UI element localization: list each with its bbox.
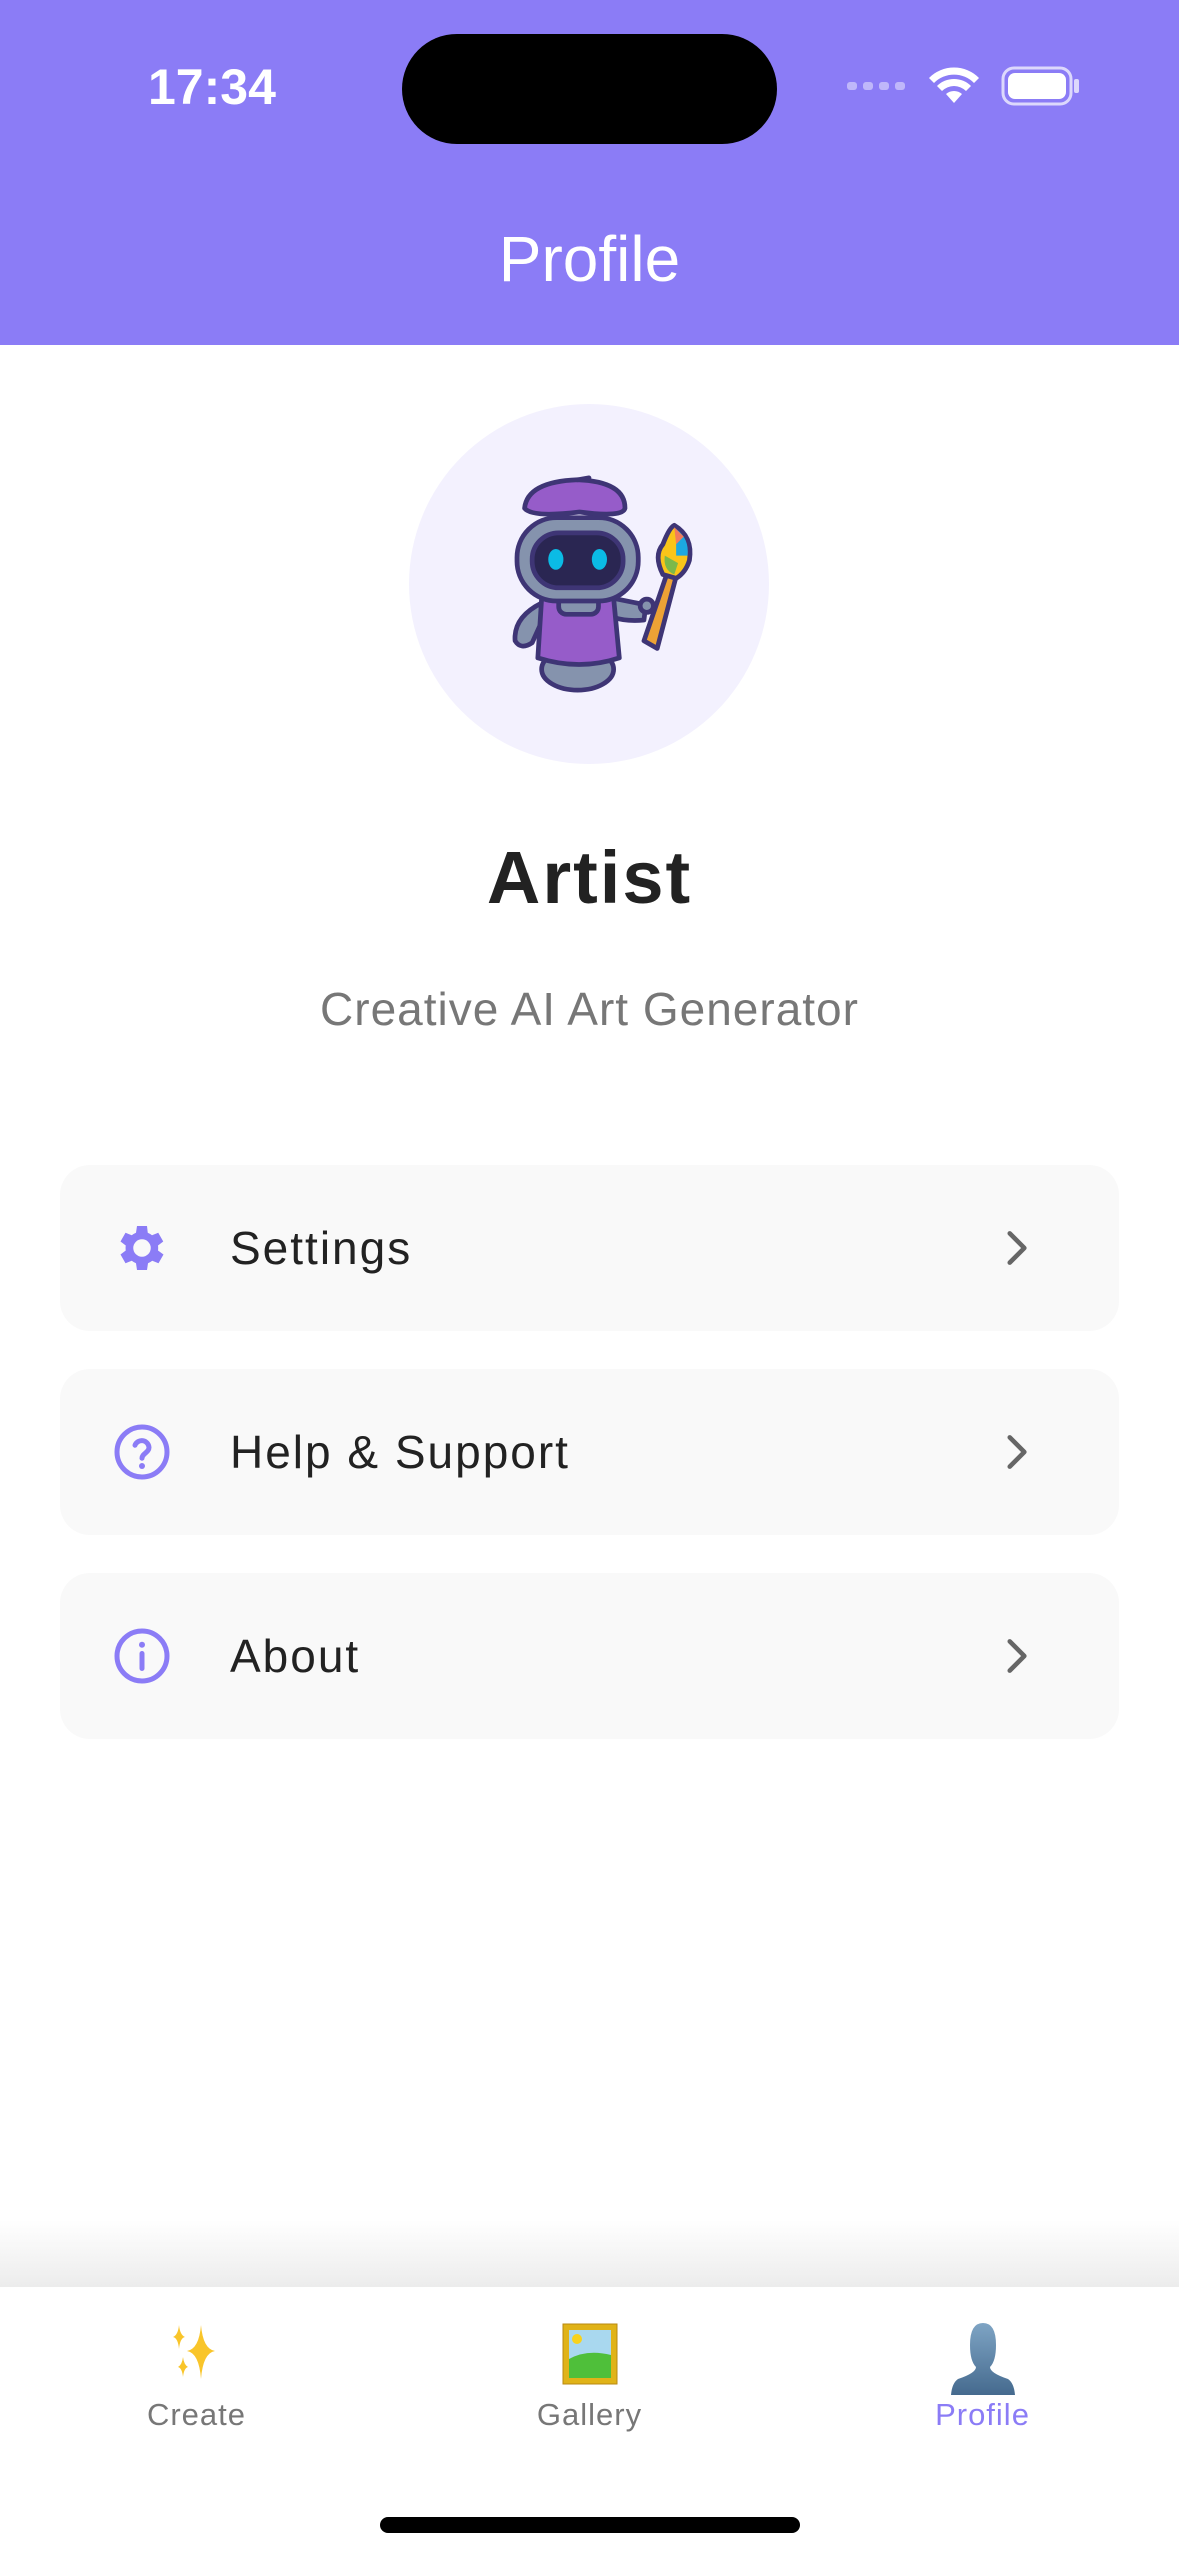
tab-label: Gallery (536, 2397, 643, 2432)
profile-subtitle: Creative AI Art Generator (320, 983, 859, 1035)
dynamic-island (402, 34, 777, 144)
chevron-right-icon (1007, 1231, 1027, 1265)
signal-icon (847, 82, 905, 90)
tab-label: Create (146, 2397, 247, 2432)
gear-icon (120, 1226, 164, 1270)
battery-icon (1001, 66, 1079, 106)
tab-bar: Create Gallery Profile (0, 2287, 1179, 2556)
avatar (409, 404, 769, 764)
menu-item-about[interactable]: About (60, 1573, 1119, 1739)
profile-name: Artist (486, 836, 693, 919)
page-title: Profile (498, 223, 681, 295)
question-circle-icon (114, 1424, 170, 1480)
tab-label: Profile (935, 2397, 1030, 2432)
status-icons (847, 66, 1081, 106)
tab-gallery[interactable]: Gallery (393, 2287, 786, 2556)
chevron-right-icon (1007, 1639, 1027, 1673)
menu-item-label: Settings (230, 1222, 413, 1274)
framed-picture-icon (562, 2323, 617, 2385)
sparkles-icon (172, 2325, 215, 2379)
menu-item-label: Help & Support (230, 1426, 570, 1478)
info-circle-icon (114, 1628, 170, 1684)
person-silhouette-icon (950, 2323, 1015, 2395)
chevron-right-icon (1007, 1435, 1027, 1469)
menu-item-settings[interactable]: Settings (60, 1165, 1119, 1331)
menu-item-help-support[interactable]: Help & Support (60, 1369, 1119, 1535)
home-indicator (380, 2517, 800, 2533)
header: 17:34 Profile (0, 0, 1179, 345)
tab-profile[interactable]: Profile (786, 2287, 1179, 2556)
status-time: 17:34 (148, 59, 276, 115)
tabbar-shadow (0, 2220, 1179, 2287)
wifi-icon (929, 67, 979, 103)
robot-artist-illustration (512, 475, 693, 693)
tab-create[interactable]: Create (0, 2287, 393, 2556)
menu-item-label: About (230, 1630, 361, 1682)
